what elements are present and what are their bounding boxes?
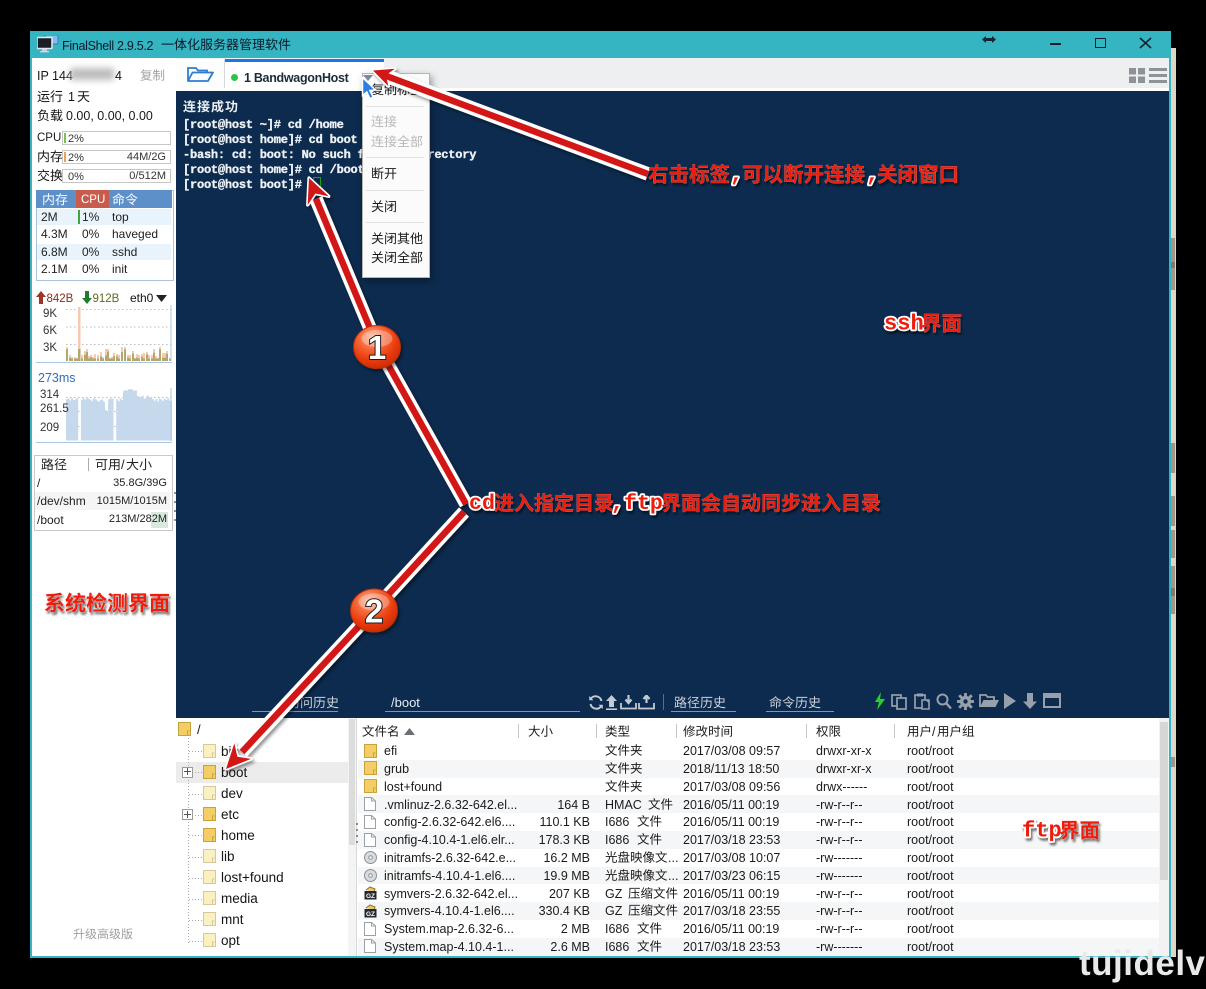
svg-text:GZ: GZ — [366, 893, 375, 900]
svg-text:GZ: GZ — [366, 911, 375, 918]
